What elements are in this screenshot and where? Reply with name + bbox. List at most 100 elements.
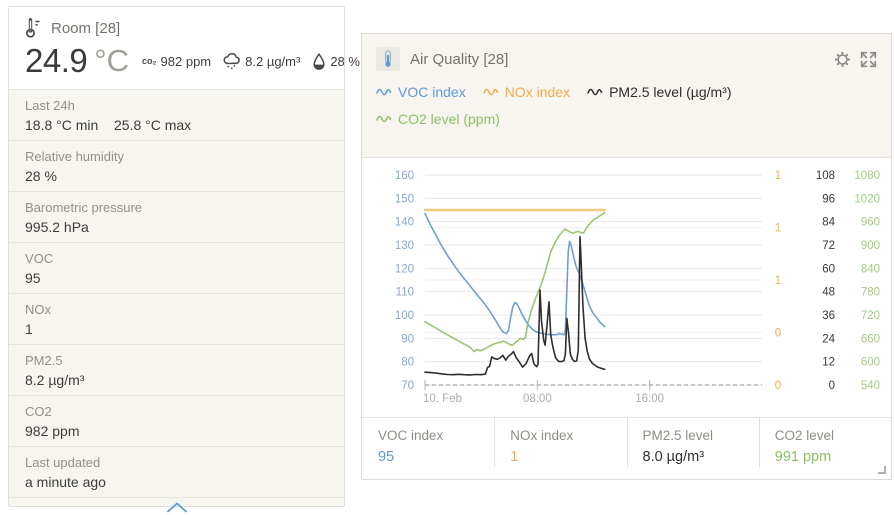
- room-card-header: Room [28] 24.9 °C co₂ 982 ppm: [9, 7, 344, 90]
- svg-text:140: 140: [395, 217, 414, 229]
- stat-label: NOx index: [510, 428, 620, 443]
- stat-value: 1: [510, 449, 620, 465]
- co2-mini-stat: co₂ 982 ppm: [142, 54, 211, 69]
- pm25-mini-stat: 8.2 µg/m³: [223, 53, 300, 70]
- svg-text:0: 0: [775, 328, 781, 340]
- svg-text:16:00: 16:00: [635, 393, 664, 405]
- humidity-mini-stat: 28 %: [312, 53, 360, 70]
- svg-text:1080: 1080: [854, 170, 880, 182]
- svg-text:120: 120: [395, 263, 414, 275]
- legend-label: NOx index: [505, 84, 570, 100]
- air-quality-thermometer-icon: [376, 47, 400, 71]
- room-row-label: Barometric pressure: [25, 200, 328, 215]
- room-row-value: 995.2 hPa: [25, 219, 328, 235]
- thermometer-icon: [25, 18, 42, 39]
- room-row-label: Relative humidity: [25, 149, 328, 164]
- svg-text:1: 1: [775, 170, 781, 182]
- room-row-label: NOx: [25, 302, 328, 317]
- svg-text:160: 160: [395, 170, 414, 182]
- svg-text:720: 720: [861, 310, 880, 322]
- svg-text:108: 108: [816, 170, 835, 182]
- svg-text:1: 1: [775, 275, 781, 287]
- svg-text:0: 0: [829, 380, 835, 392]
- room-sensor-card: Room [28] 24.9 °C co₂ 982 ppm: [8, 6, 345, 507]
- stat-label: VOC index: [378, 428, 488, 443]
- legend-item[interactable]: NOx index: [483, 84, 570, 100]
- svg-text:0: 0: [775, 380, 781, 392]
- svg-text:110: 110: [396, 287, 414, 299]
- air-quality-card: Air Quality [28]: [361, 33, 892, 480]
- room-detail-row: CO2982 ppm: [9, 396, 344, 447]
- room-detail-row: Barometric pressure 995.2 hPa: [9, 192, 344, 243]
- humidity-drop-icon: [312, 53, 326, 70]
- collapse-button[interactable]: [9, 498, 344, 515]
- svg-text:10. Feb: 10. Feb: [423, 393, 462, 405]
- stat-value: 8.0 µg/m³: [643, 449, 753, 465]
- current-reading-stat: PM2.5 level 8.0 µg/m³: [627, 418, 759, 479]
- settings-gear-icon[interactable]: [834, 51, 851, 68]
- svg-text:60: 60: [822, 263, 835, 275]
- resize-handle[interactable]: [878, 466, 886, 474]
- air-quality-header: Air Quality [28]: [362, 34, 891, 157]
- current-reading-stat: NOx index 1: [494, 418, 626, 479]
- stat-label: PM2.5 level: [643, 428, 753, 443]
- chevron-up-icon: [166, 502, 188, 513]
- svg-text:80: 80: [401, 357, 414, 369]
- room-row-value: 8.2 µg/m³: [25, 372, 328, 388]
- temperature-value: 24.9: [25, 42, 87, 80]
- svg-text:72: 72: [822, 240, 835, 252]
- room-detail-row: Last 24h 18.8 °C min25.8 °C max: [9, 90, 344, 141]
- svg-text:1: 1: [775, 223, 781, 235]
- mini-stats: co₂ 982 ppm 8.2 µg/m³: [142, 53, 360, 70]
- pm25-mini-value: 8.2 µg/m³: [245, 54, 300, 69]
- svg-text:84: 84: [822, 217, 835, 229]
- svg-text:36: 36: [822, 310, 835, 322]
- svg-text:100: 100: [395, 310, 414, 322]
- stat-value: 991 ppm: [775, 449, 885, 465]
- air-quality-title: Air Quality [28]: [410, 51, 834, 68]
- particulate-cloud-icon: [223, 53, 241, 70]
- series-wave-icon: [587, 87, 604, 97]
- legend-item[interactable]: CO2 level (ppm): [376, 111, 500, 127]
- room-detail-row: Relative humidity 28 %: [9, 141, 344, 192]
- co2-mini-value: 982 ppm: [161, 54, 212, 69]
- room-title: Room [28]: [51, 20, 120, 37]
- svg-text:70: 70: [401, 380, 414, 392]
- room-row-value: 28 %: [25, 168, 328, 184]
- svg-text:780: 780: [861, 287, 880, 299]
- co2-icon: co₂: [142, 56, 157, 66]
- legend-item[interactable]: VOC index: [376, 84, 466, 100]
- series-wave-icon: [376, 114, 393, 124]
- room-detail-row: VOC95: [9, 243, 344, 294]
- legend-item[interactable]: PM2.5 level (µg/m³): [587, 84, 731, 100]
- room-row-label: Last updated: [25, 455, 328, 470]
- stat-label: CO2 level: [775, 428, 885, 443]
- svg-text:08:00: 08:00: [523, 393, 552, 405]
- svg-text:540: 540: [861, 380, 880, 392]
- room-detail-row: NOx1: [9, 294, 344, 345]
- room-row-label: Last 24h: [25, 98, 328, 113]
- room-detail-row: PM2.58.2 µg/m³: [9, 345, 344, 396]
- chart-area: 10. Feb08:0016:0016015014013012011010090…: [362, 157, 891, 417]
- current-readings-row: VOC index 95 NOx index 1 PM2.5 level 8.0 µg/m…: [362, 417, 891, 479]
- svg-text:1020: 1020: [854, 193, 880, 205]
- room-row-value: 982 ppm: [25, 423, 328, 439]
- svg-text:150: 150: [395, 193, 414, 205]
- expand-fullscreen-icon[interactable]: [860, 51, 877, 68]
- room-detail-row: Last updated a minute ago: [9, 447, 344, 498]
- room-row-label: VOC: [25, 251, 328, 266]
- air-quality-chart[interactable]: 10. Feb08:0016:0016015014013012011010090…: [362, 158, 891, 418]
- stat-value: 95: [378, 449, 488, 465]
- series-wave-icon: [483, 87, 500, 97]
- svg-text:90: 90: [401, 333, 414, 345]
- svg-text:96: 96: [822, 193, 835, 205]
- legend-label: PM2.5 level (µg/m³): [609, 84, 731, 100]
- room-row-value: 18.8 °C min25.8 °C max: [25, 117, 328, 133]
- svg-text:900: 900: [861, 240, 880, 252]
- legend-label: VOC index: [398, 84, 466, 100]
- svg-text:660: 660: [861, 333, 880, 345]
- svg-text:24: 24: [822, 333, 835, 345]
- svg-text:12: 12: [822, 357, 835, 369]
- series-wave-icon: [376, 87, 393, 97]
- room-row-value: a minute ago: [25, 474, 328, 490]
